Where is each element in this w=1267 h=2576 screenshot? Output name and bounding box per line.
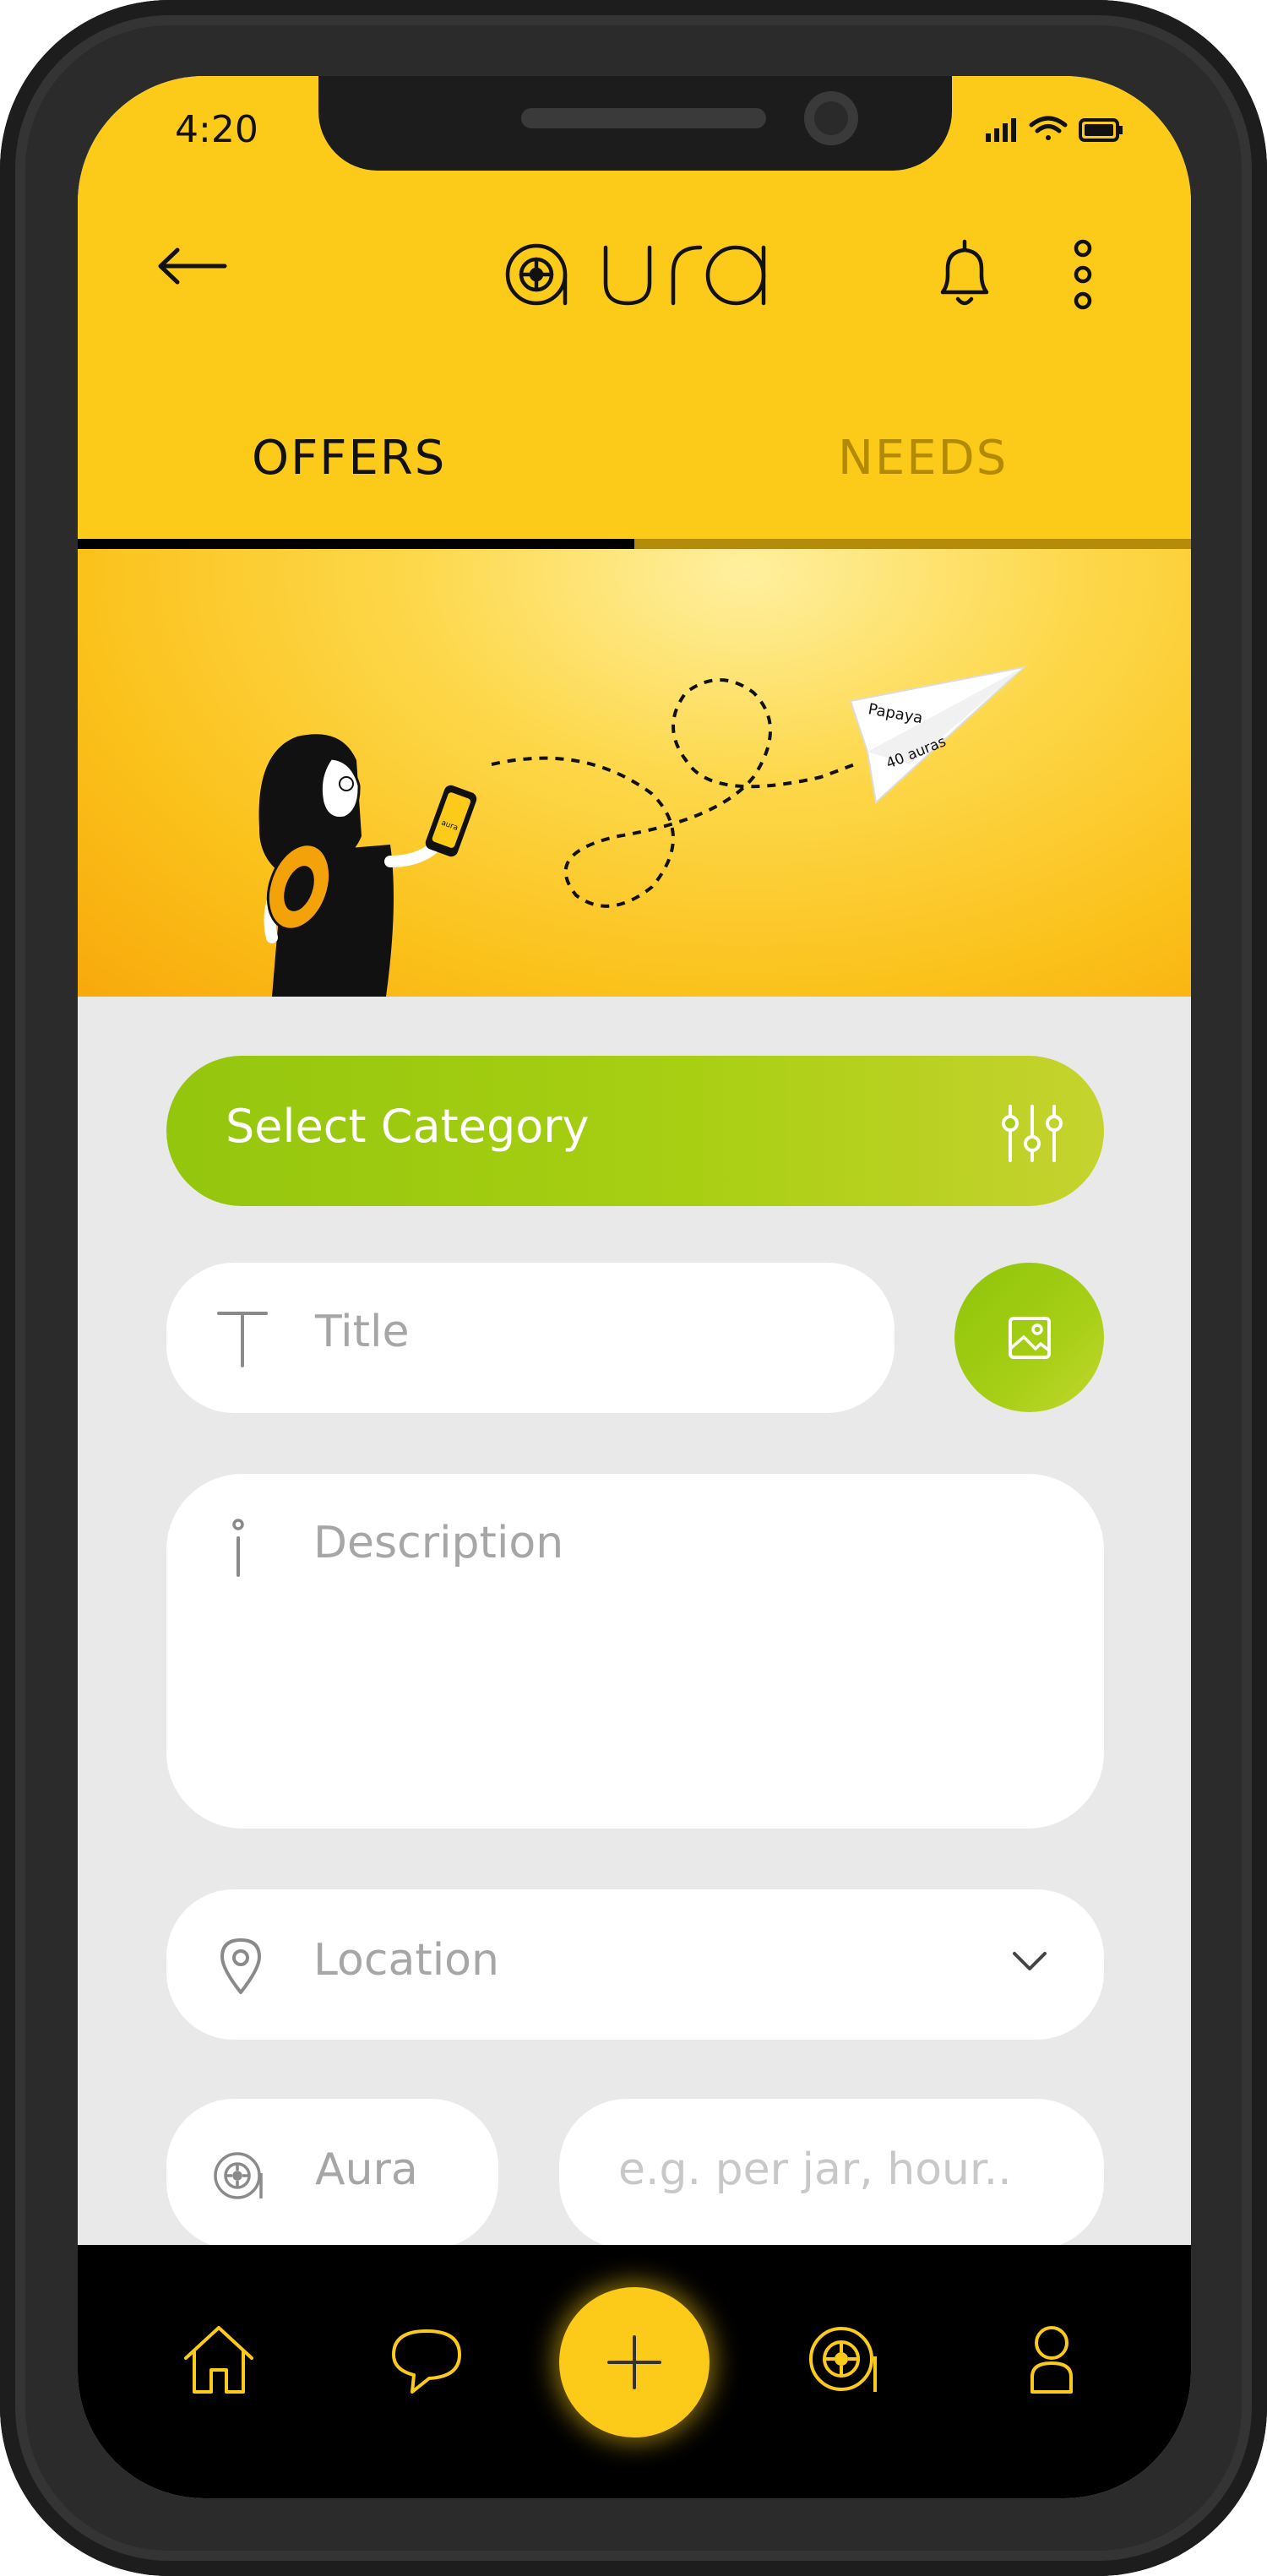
description-field[interactable]: Description: [166, 1474, 1104, 1829]
image-icon: [1009, 1317, 1051, 1359]
front-camera: [804, 91, 858, 145]
add-image-button[interactable]: [954, 1263, 1104, 1412]
chevron-down-icon[interactable]: [1011, 1948, 1048, 1974]
flight-path: [491, 678, 856, 908]
tab-active-indicator: [78, 539, 634, 549]
location-pin-icon: [220, 1938, 261, 1994]
signal-icon: [986, 118, 1016, 142]
title-field[interactable]: Title: [166, 1263, 895, 1413]
tab-needs[interactable]: NEEDS: [838, 431, 1008, 486]
wifi-icon: [1029, 116, 1068, 140]
phone-frame: 4:20 OFFERS NEEDS Papaya 40 auras aura S…: [0, 0, 1267, 2576]
battery-icon: [1079, 118, 1123, 142]
text-icon: [217, 1312, 268, 1367]
phone-notch: [318, 76, 952, 171]
home-icon[interactable]: [181, 2321, 257, 2397]
app-screen: 4:20 OFFERS NEEDS Papaya 40 auras aura S…: [78, 76, 1191, 2498]
plus-icon: [607, 2335, 661, 2389]
sliders-icon: [1002, 1105, 1063, 1162]
bell-icon[interactable]: [931, 236, 998, 312]
woman-figure: aura: [258, 734, 477, 997]
aura-logo: [505, 243, 766, 306]
paper-plane: Papaya 40 auras: [849, 666, 1027, 804]
title-placeholder: Title: [315, 1307, 410, 1357]
unit-placeholder: e.g. per jar, hour..: [618, 2144, 1012, 2195]
aura-coin-icon[interactable]: [806, 2321, 882, 2397]
speaker-grille: [521, 108, 766, 128]
aura-placeholder: Aura: [315, 2144, 418, 2195]
banner-illustration: Papaya 40 auras aura: [258, 666, 1027, 997]
select-category-label: Select Category: [226, 1100, 590, 1153]
arrow-left-icon[interactable]: [154, 245, 230, 287]
status-time: 4:20: [175, 108, 258, 151]
description-placeholder: Description: [313, 1518, 564, 1568]
status-icons: [986, 116, 1123, 142]
location-placeholder: Location: [313, 1935, 499, 1986]
unit-field[interactable]: e.g. per jar, hour..: [559, 2099, 1104, 2249]
aura-amount-field[interactable]: Aura: [166, 2099, 498, 2249]
chat-icon[interactable]: [389, 2321, 465, 2397]
location-field[interactable]: Location: [166, 1889, 1104, 2040]
add-offer-button[interactable]: [559, 2287, 710, 2437]
more-vertical-icon[interactable]: [1066, 236, 1100, 312]
profile-icon[interactable]: [1014, 2321, 1090, 2397]
bottom-navigation: [78, 2245, 1191, 2498]
offers-banner: Papaya 40 auras aura: [78, 549, 1191, 997]
tab-offers[interactable]: OFFERS: [252, 431, 446, 486]
info-icon: [232, 1519, 244, 1577]
app-header: 4:20 OFFERS NEEDS: [78, 76, 1191, 549]
aura-coin-icon: [214, 2152, 263, 2199]
select-category-button[interactable]: Select Category: [166, 1056, 1104, 1206]
